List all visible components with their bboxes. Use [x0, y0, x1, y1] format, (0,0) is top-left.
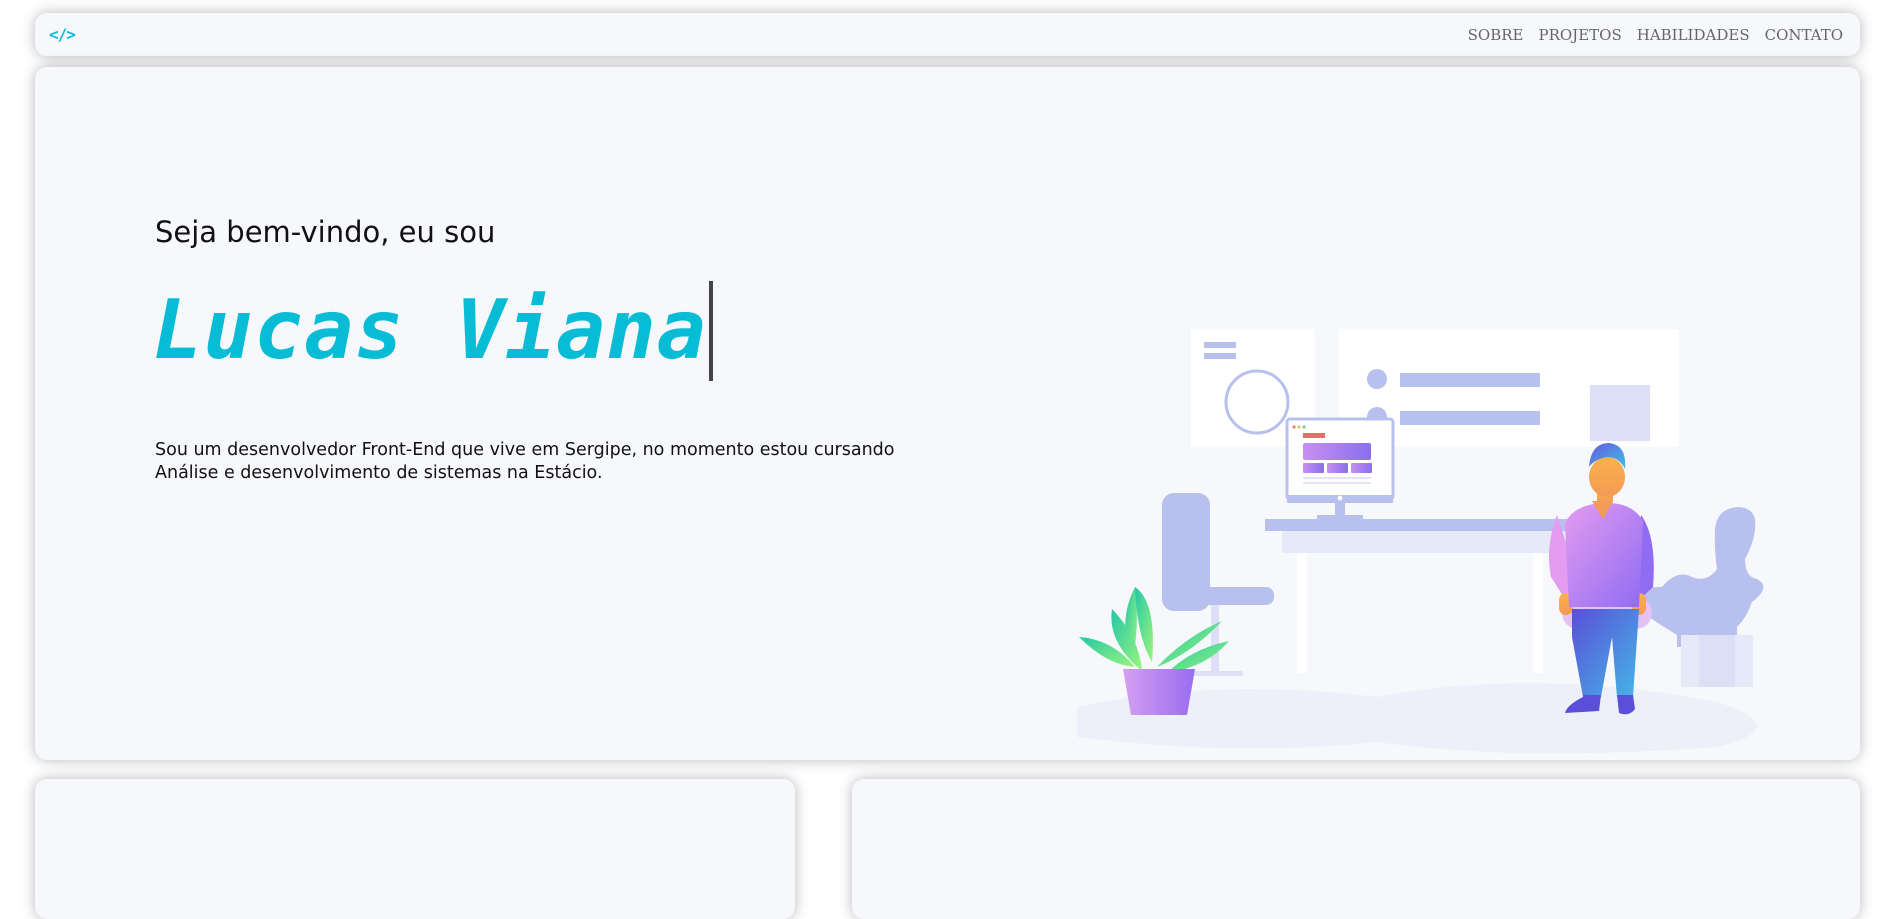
code-logo-icon[interactable]: </>	[49, 25, 76, 44]
hero-greeting: Seja bem-vindo, eu sou	[155, 215, 496, 249]
nav-links: SOBRE PROJETOS HABILIDADES CONTATO	[1468, 26, 1843, 44]
about-card	[35, 779, 795, 919]
nav-link-habilidades[interactable]: HABILIDADES	[1637, 26, 1750, 44]
nav-link-projetos[interactable]: PROJETOS	[1539, 26, 1622, 44]
hero-name: Lucas Viana	[153, 283, 708, 378]
nav-link-sobre[interactable]: SOBRE	[1468, 26, 1524, 44]
hero-bio: Sou um desenvolvedor Front-End que vive …	[155, 440, 895, 483]
hero-name-wrap: Lucas Viana	[153, 281, 714, 381]
projects-card	[852, 779, 1860, 919]
hero-section: Seja bem-vindo, eu sou Lucas Viana Sou u…	[35, 67, 1860, 760]
navbar: </> SOBRE PROJETOS HABILIDADES CONTATO	[35, 13, 1860, 56]
typing-cursor	[709, 281, 714, 381]
developer-workspace-illustration	[1077, 329, 1764, 754]
nav-link-contato[interactable]: CONTATO	[1765, 26, 1843, 44]
